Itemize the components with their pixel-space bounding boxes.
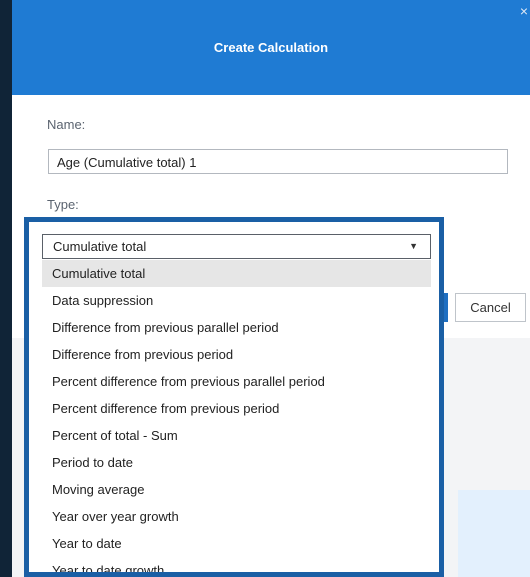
dropdown-option[interactable]: Data suppression <box>42 287 431 314</box>
dialog-title: Create Calculation <box>213 40 329 55</box>
dropdown-option[interactable]: Moving average <box>42 476 431 503</box>
name-input[interactable]: Age (Cumulative total) 1 <box>48 149 508 174</box>
dropdown-option[interactable]: Percent difference from previous period <box>42 395 431 422</box>
dropdown-option[interactable]: Year to date <box>42 530 431 557</box>
chevron-down-icon[interactable]: ▼ <box>409 235 418 258</box>
name-label: Name: <box>47 117 86 132</box>
dropdown-option[interactable]: Difference from previous parallel period <box>42 314 431 341</box>
dropdown-option[interactable]: Difference from previous period <box>42 341 431 368</box>
type-dropdown-highlight: Cumulative total ▼ Cumulative total Data… <box>24 217 444 577</box>
dropdown-option[interactable]: Year to date growth <box>42 557 431 572</box>
background-strip <box>0 0 12 577</box>
dialog-header: Create Calculation × <box>12 0 530 95</box>
dropdown-option[interactable]: Percent of total - Sum <box>42 422 431 449</box>
dropdown-option[interactable]: Percent difference from previous paralle… <box>42 368 431 395</box>
cancel-button[interactable]: Cancel <box>455 293 526 322</box>
dropdown-option[interactable]: Period to date <box>42 449 431 476</box>
close-icon[interactable]: × <box>520 3 528 19</box>
type-select-value: Cumulative total <box>53 239 147 254</box>
background-panel <box>458 490 530 577</box>
type-label: Type: <box>47 197 79 212</box>
dropdown-option[interactable]: Cumulative total <box>42 260 431 287</box>
dropdown-option[interactable]: Year over year growth <box>42 503 431 530</box>
type-dropdown-list: Cumulative total Data suppression Differ… <box>42 260 431 572</box>
type-select[interactable]: Cumulative total ▼ <box>42 234 431 259</box>
